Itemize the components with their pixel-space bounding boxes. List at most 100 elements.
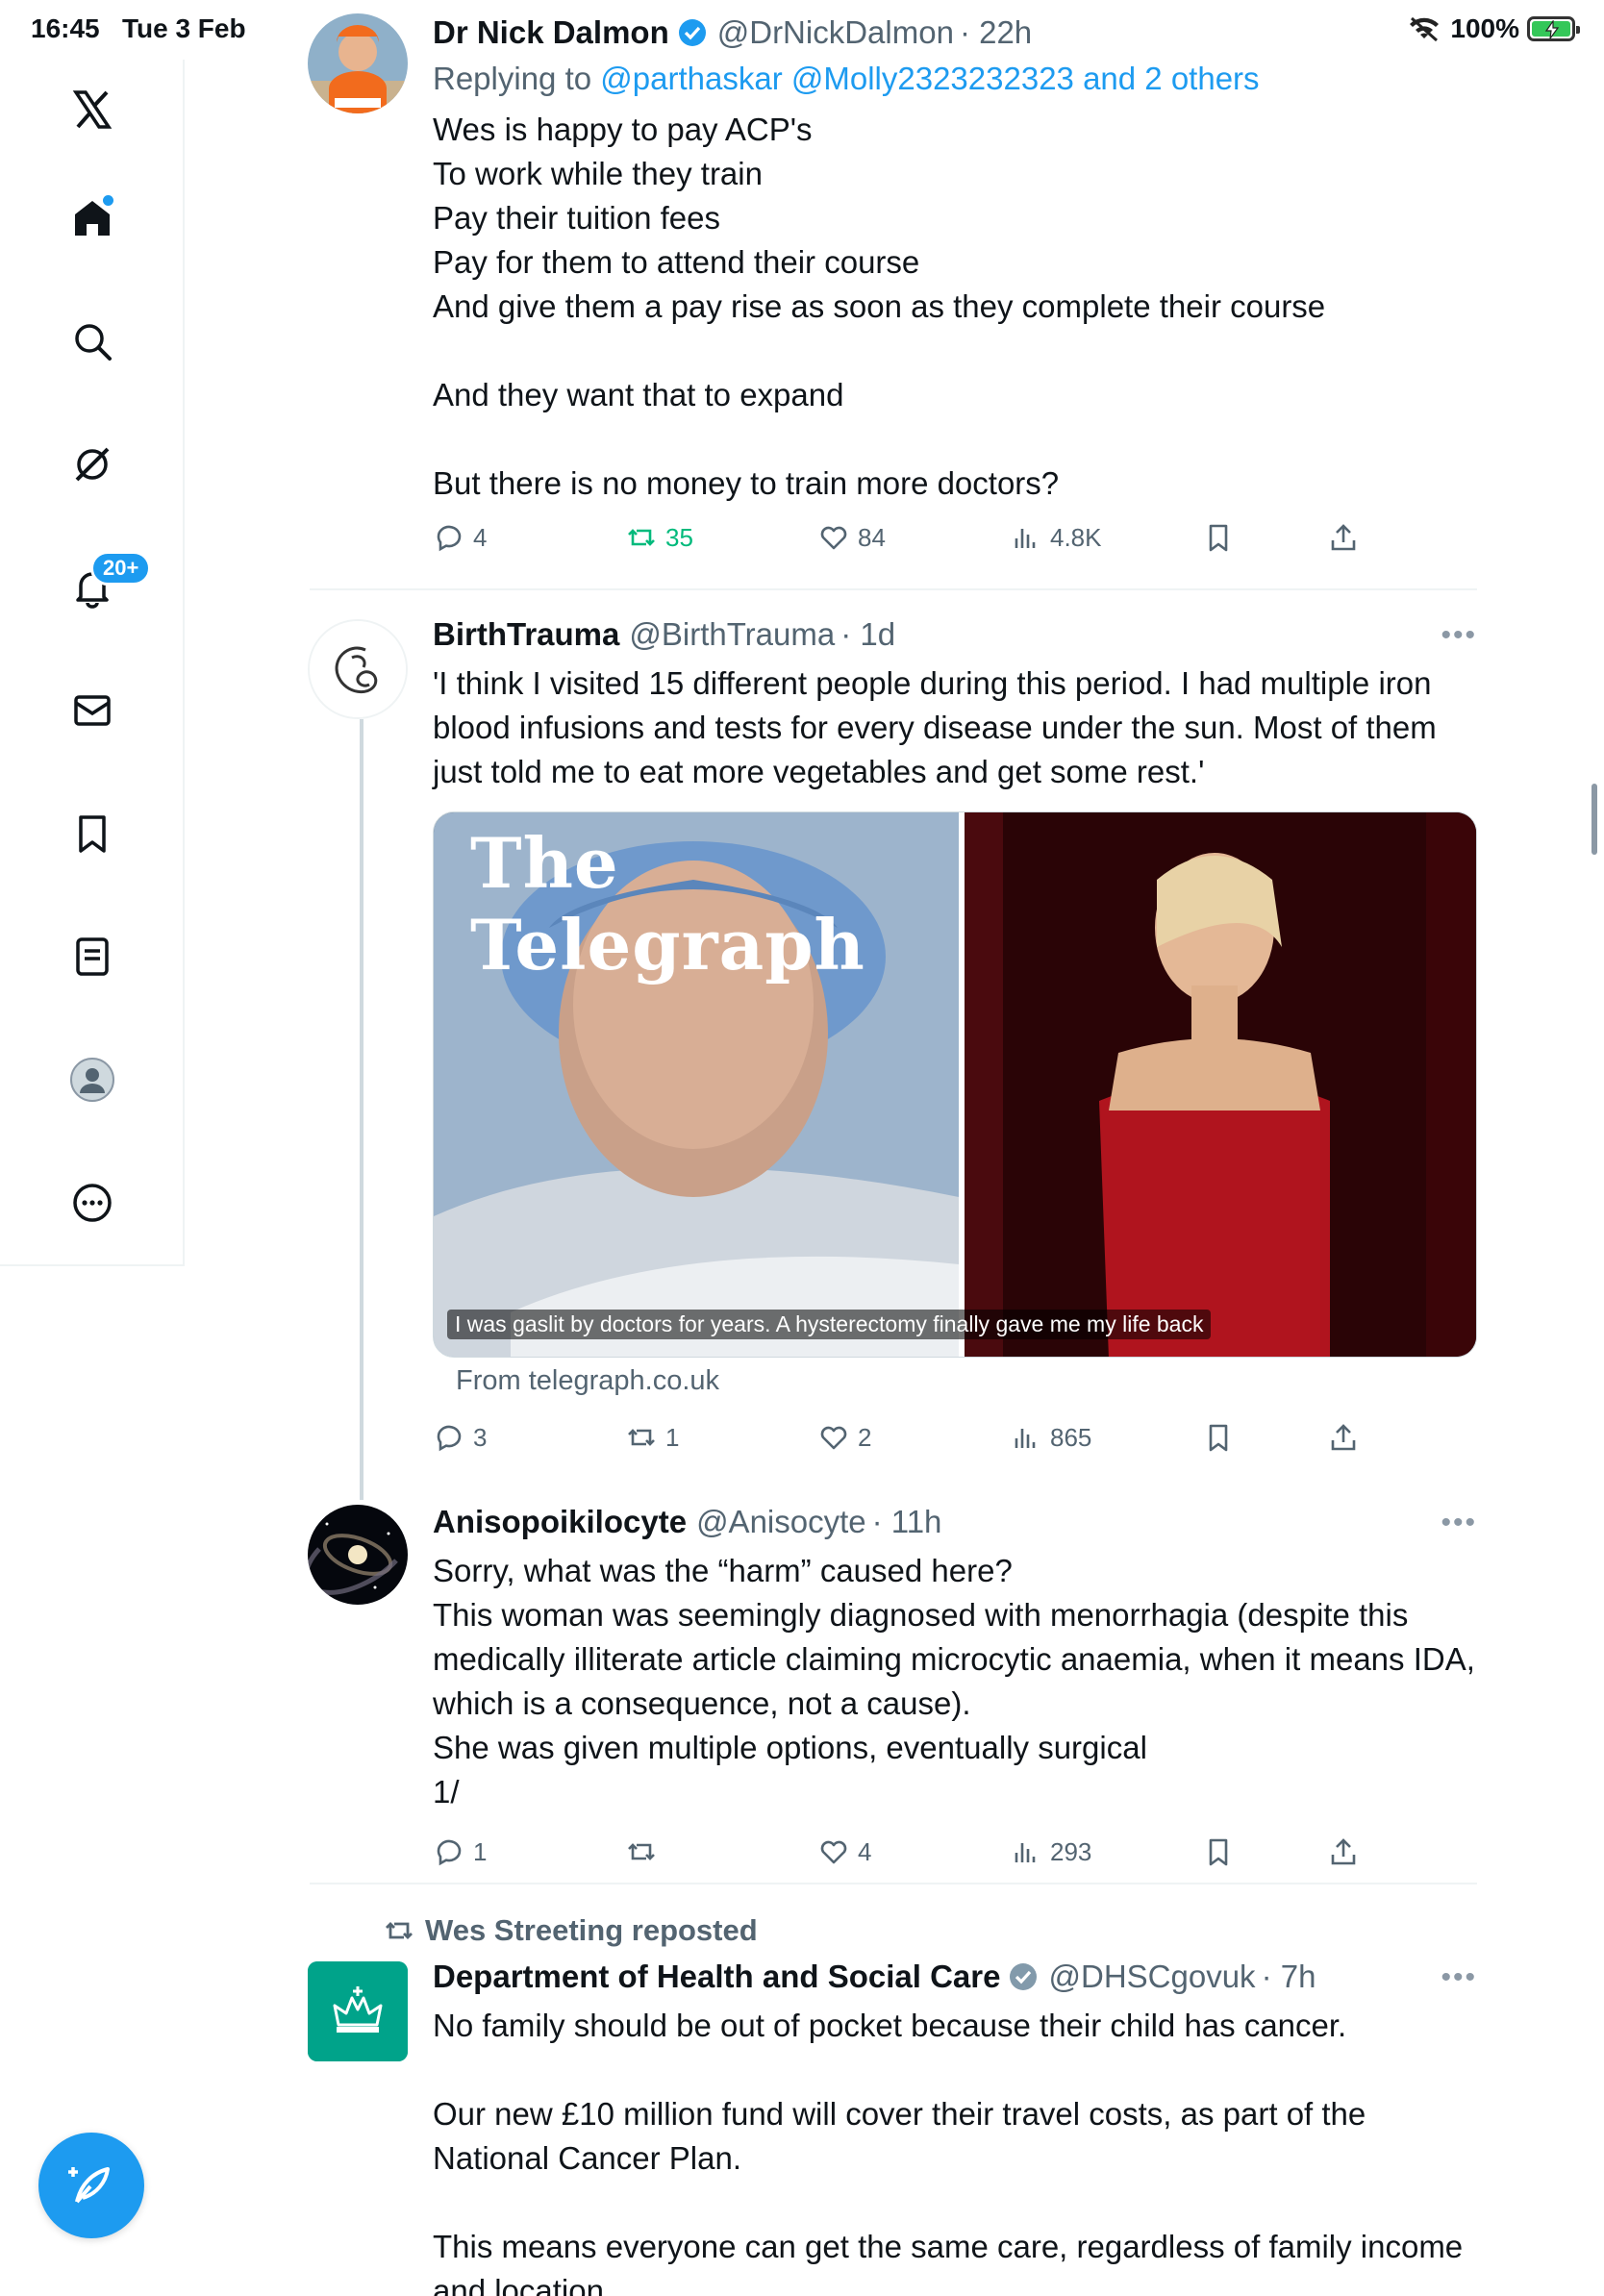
bookmark-icon [1209,1424,1228,1452]
bell-icon[interactable]: 20+ [63,551,152,616]
like-button[interactable]: 2 [817,1421,871,1454]
share-icon [1331,1838,1356,1865]
card-image-left: The Telegraph [434,812,959,1357]
reply-count: 3 [473,1422,488,1452]
share-icon [1331,1424,1356,1451]
verified-badge-icon [678,19,706,46]
more-options-icon[interactable]: ••• [1441,1507,1477,1539]
repost-icon [386,1922,413,1939]
x-logo-icon[interactable] [63,81,121,138]
more-options-icon[interactable]: ••• [1441,619,1477,652]
card-image-right [965,812,1476,1357]
compose-icon [68,2167,110,2204]
views-button[interactable]: 4.8K [1010,521,1102,554]
tweet-text: Sorry, what was the “harm” caused here? … [433,1553,1475,1809]
like-count: 4 [858,1836,872,1866]
reply-count: 1 [473,1836,488,1866]
like-count: 84 [858,522,886,552]
share-button[interactable] [1327,1421,1360,1454]
author-handle[interactable]: @Anisocyte [696,1503,866,1541]
avatar[interactable] [308,1505,408,1605]
tweet-text: 'I think I visited 15 different people d… [433,665,1437,789]
view-count: 865 [1050,1422,1092,1452]
avatar[interactable] [308,13,408,113]
verified-gov-badge-icon [1010,1963,1038,1990]
author-handle[interactable]: @BirthTrauma [629,615,835,654]
like-button[interactable]: 84 [817,521,886,554]
search-icon[interactable] [63,312,121,370]
reply-button[interactable]: 4 [433,521,487,554]
reply-button[interactable]: 3 [433,1421,487,1454]
lists-icon[interactable] [63,928,121,986]
tweet-text: Wes is happy to pay ACP's To work while … [433,112,1326,501]
bookmark-icon [1209,524,1228,552]
repost-icon [628,1429,655,1446]
thread-line [360,719,363,1500]
compose-button[interactable] [38,2133,144,2238]
view-count: 293 [1050,1836,1092,1866]
reply-icon [437,1425,462,1452]
repost-label[interactable]: Wes Streeting reposted [383,1913,758,1948]
author-name[interactable]: Dr Nick Dalmon [433,13,669,52]
link-card[interactable]: The Telegraph I was gaslit by doctors fo… [433,811,1477,1358]
view-count: 4.8K [1050,522,1102,552]
repost-button[interactable]: 1 [625,1421,679,1454]
bookmark-icon [1209,1838,1228,1866]
tweet-time[interactable]: · 7h [1262,1958,1316,1996]
share-icon [1331,524,1356,551]
repost-icon [628,529,655,546]
more-icon[interactable] [63,1174,121,1232]
card-masthead: The Telegraph [470,822,865,986]
repost-button[interactable]: 35 [625,521,693,554]
author-handle[interactable]: @DHSCgovuk [1048,1958,1255,1996]
reply-button[interactable]: 1 [433,1835,487,1868]
bookmark-button[interactable] [1202,1421,1235,1454]
bookmark-icon[interactable] [63,805,121,862]
bookmark-button[interactable] [1202,521,1235,554]
tweet-divider [310,588,1477,590]
heart-icon [820,1426,847,1450]
tweet-time[interactable]: · 1d [840,615,895,654]
share-button[interactable] [1327,1835,1360,1868]
avatar[interactable] [308,619,408,719]
profile-icon[interactable] [63,1051,121,1109]
replying-to: Replying to @parthaskar @Molly2323232323… [433,61,1260,96]
repost-count: 1 [665,1422,680,1452]
tweet-time[interactable]: · 11h [872,1503,942,1541]
repost-count: 35 [665,522,693,552]
more-options-icon[interactable]: ••• [1441,1961,1477,1994]
bookmark-button[interactable] [1202,1835,1235,1868]
tweet-actions: 4 35 84 4.8K [433,521,1477,560]
home-unread-dot [103,195,113,206]
sidebar-nav: 20+ [0,60,185,1266]
repost-icon [628,1843,655,1860]
views-icon [1015,1429,1036,1448]
share-button[interactable] [1327,521,1360,554]
views-button[interactable]: 865 [1010,1421,1091,1454]
tweet-time[interactable]: · 22h [960,13,1032,52]
like-button[interactable]: 4 [817,1835,871,1868]
views-icon [1015,1843,1036,1862]
reply-icon [437,525,462,552]
tweet-actions: 1 4 293 [433,1835,1477,1874]
card-source[interactable]: From telegraph.co.uk [456,1365,719,1397]
battery-icon [1527,16,1580,41]
scroll-indicator[interactable] [1591,784,1597,855]
author-name[interactable]: Department of Health and Social Care [433,1958,1000,1996]
replying-to-links[interactable]: @parthaskar @Molly2323232323 and 2 other… [600,61,1259,96]
repost-button[interactable] [625,1835,665,1868]
avatar[interactable] [308,1961,408,2061]
views-button[interactable]: 293 [1010,1835,1091,1868]
mail-icon[interactable] [63,682,121,739]
grok-icon[interactable] [63,436,121,493]
author-name[interactable]: BirthTrauma [433,615,619,654]
like-count: 2 [858,1422,872,1452]
card-caption: I was gaslit by doctors for years. A hys… [447,1310,1212,1339]
author-name[interactable]: Anisopoikilocyte [433,1503,687,1541]
author-handle[interactable]: @DrNickDalmon [717,13,954,52]
tweet-divider [310,1883,1477,1884]
status-time: 16:45 Tue 3 Feb [31,13,246,43]
tweet-text: No family should be out of pocket becaus… [433,2008,1464,2296]
views-icon [1015,529,1036,548]
home-icon[interactable] [63,189,121,247]
